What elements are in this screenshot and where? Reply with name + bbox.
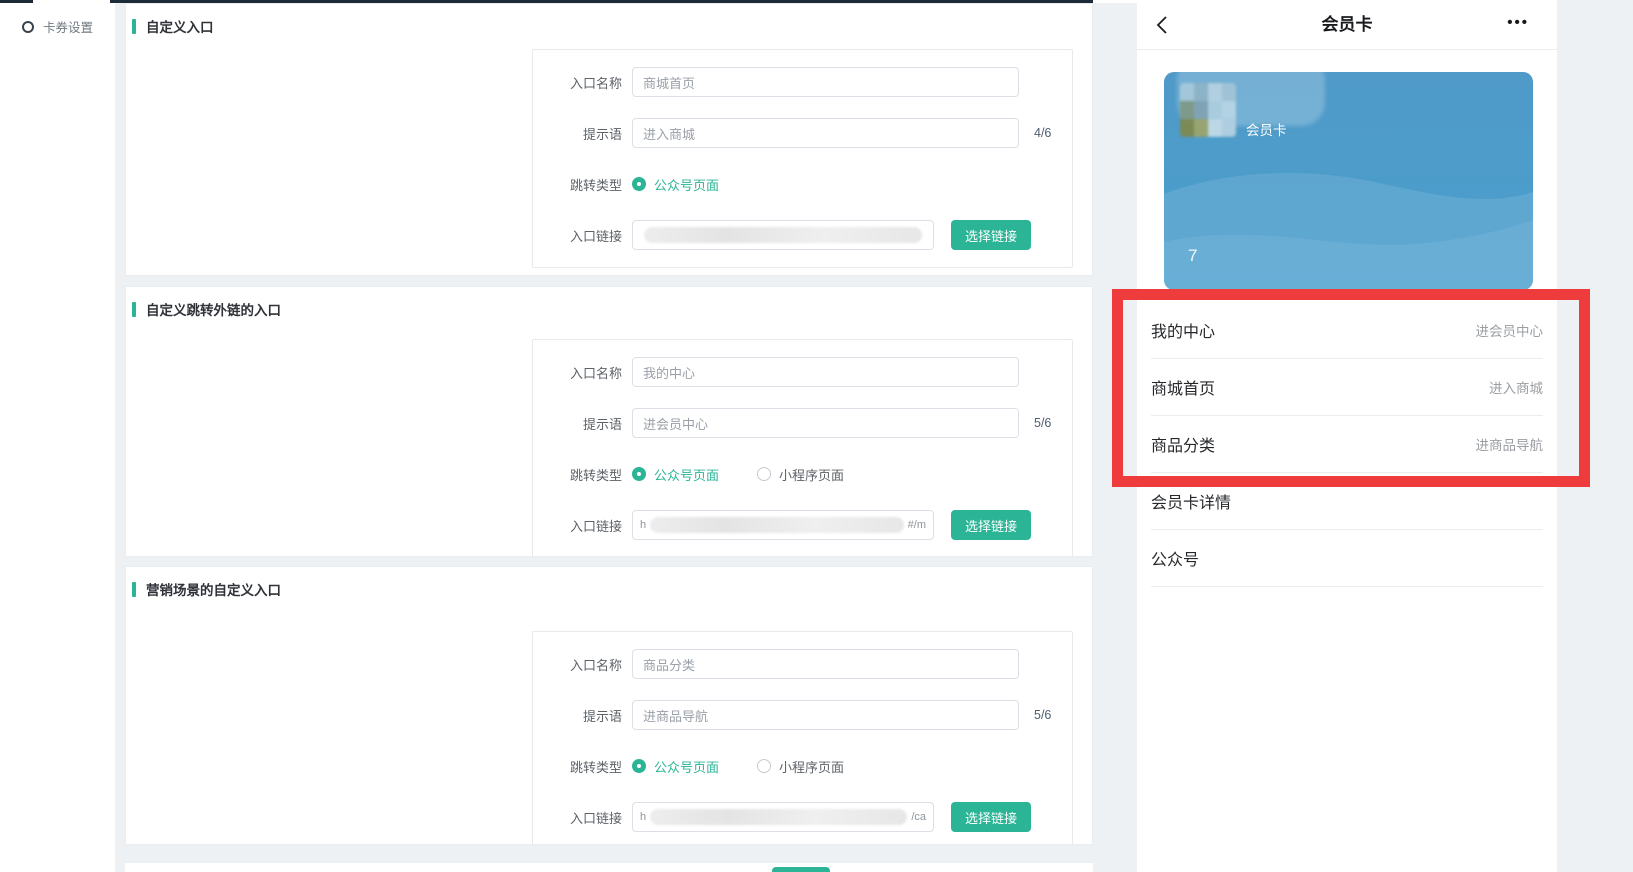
section-title: 自定义跳转外链的入口 — [146, 299, 281, 319]
form-row-entry-link: 入口链接 选择链接 — [533, 220, 1072, 250]
hint-label: 提示语 — [533, 706, 632, 725]
blurred-url — [650, 809, 907, 825]
entry-name-input[interactable]: 商城首页 — [632, 67, 1019, 97]
section-accent-bar — [132, 302, 136, 317]
blurred-url — [650, 517, 904, 533]
entry-name-label: 入口名称 — [533, 73, 632, 92]
form-row-entry-link: 入口链接 h /ca 选择链接 — [533, 802, 1072, 832]
section-header: 自定义跳转外链的入口 — [132, 299, 281, 319]
radio-selected-icon — [632, 759, 646, 773]
entry-name-input[interactable]: 商品分类 — [632, 649, 1019, 679]
list-item-card-detail[interactable]: 会员卡详情 — [1151, 473, 1543, 530]
radio-official-account-page[interactable]: 公众号页面 — [632, 757, 719, 776]
list-item-mall-home[interactable]: 商城首页 进入商城 — [1151, 359, 1543, 416]
phone-preview: 会员卡 ••• 会员卡 7 我的中心 进会员中心 商城首页 — [1137, 0, 1557, 872]
choose-link-button[interactable]: 选择链接 — [951, 802, 1031, 832]
radio-official-account-page[interactable]: 公众号页面 — [632, 175, 719, 194]
list-item-my-center[interactable]: 我的中心 进会员中心 — [1151, 302, 1543, 359]
radio-circle-icon — [22, 21, 34, 33]
section-custom-entry: 自定义入口 入口名称 商城首页 提示语 进入商城 4/6 跳转类型 — [125, 3, 1093, 276]
jump-type-label: 跳转类型 — [533, 465, 632, 484]
jump-type-radio-group: 公众号页面 — [632, 169, 719, 199]
jump-type-label: 跳转类型 — [533, 175, 632, 194]
member-card[interactable]: 会员卡 7 — [1164, 72, 1533, 290]
entry-link-input[interactable]: h #/m — [632, 510, 934, 540]
radio-selected-icon — [632, 177, 646, 191]
sidebar-item-label: 卡券设置 — [43, 17, 93, 36]
list-item-product-category[interactable]: 商品分类 进商品导航 — [1151, 416, 1543, 473]
form-row-entry-name: 入口名称 我的中心 — [533, 357, 1072, 387]
form-box: 入口名称 我的中心 提示语 进会员中心 5/6 跳转类型 公众号页面 — [532, 339, 1073, 557]
jump-type-label: 跳转类型 — [533, 757, 632, 776]
char-counter: 5/6 — [1034, 708, 1051, 722]
radio-miniprogram-page[interactable]: 小程序页面 — [757, 465, 844, 484]
choose-link-button[interactable]: 选择链接 — [951, 510, 1031, 540]
card-wave-decoration — [1164, 72, 1533, 290]
entry-link-label: 入口链接 — [533, 226, 632, 245]
form-row-hint: 提示语 进会员中心 5/6 — [533, 408, 1072, 438]
hint-input[interactable]: 进商品导航 — [632, 700, 1019, 730]
radio-official-account-page[interactable]: 公众号页面 — [632, 465, 719, 484]
form-row-entry-name: 入口名称 商城首页 — [533, 67, 1072, 97]
form-box: 入口名称 商城首页 提示语 进入商城 4/6 跳转类型 公众号页面 — [532, 49, 1073, 268]
card-name-label: 会员卡 — [1246, 119, 1287, 139]
preview-title: 会员卡 — [1137, 0, 1557, 50]
more-options-icon[interactable]: ••• — [1507, 0, 1529, 50]
radio-selected-icon — [632, 467, 646, 481]
form-row-entry-name: 入口名称 商品分类 — [533, 649, 1072, 679]
hint-label: 提示语 — [533, 124, 632, 143]
hint-input[interactable]: 进入商城 — [632, 118, 1019, 148]
list-item-official-account[interactable]: 公众号 — [1151, 530, 1543, 587]
entry-name-label: 入口名称 — [533, 655, 632, 674]
char-counter: 4/6 — [1034, 126, 1051, 140]
main-content: 自定义入口 入口名称 商城首页 提示语 进入商城 4/6 跳转类型 — [115, 3, 1137, 872]
entry-link-input[interactable]: h /ca — [632, 802, 934, 832]
section-title: 营销场景的自定义入口 — [146, 579, 281, 599]
section-header: 营销场景的自定义入口 — [132, 579, 281, 599]
hint-input[interactable]: 进会员中心 — [632, 408, 1019, 438]
preview-area: 会员卡 ••• 会员卡 7 我的中心 进会员中心 商城首页 — [1137, 0, 1633, 872]
entry-name-label: 入口名称 — [533, 363, 632, 382]
section-marketing-custom-entry: 营销场景的自定义入口 入口名称 商品分类 提示语 进商品导航 5/6 跳转类型 — [125, 566, 1093, 845]
section-accent-bar — [132, 582, 136, 597]
radio-unselected-icon — [757, 759, 771, 773]
hint-label: 提示语 — [533, 414, 632, 433]
form-row-entry-link: 入口链接 h #/m 选择链接 — [533, 510, 1072, 540]
footer-bar — [125, 863, 1093, 872]
section-header: 自定义入口 — [132, 16, 214, 36]
radio-unselected-icon — [757, 467, 771, 481]
radio-miniprogram-page[interactable]: 小程序页面 — [757, 757, 844, 776]
entry-name-input[interactable]: 我的中心 — [632, 357, 1019, 387]
section-custom-external-link-entry: 自定义跳转外链的入口 入口名称 我的中心 提示语 进会员中心 5/6 跳转类型 — [125, 286, 1093, 557]
blurred-url — [644, 227, 922, 243]
form-box: 入口名称 商品分类 提示语 进商品导航 5/6 跳转类型 公众号页面 — [532, 631, 1073, 845]
form-row-hint: 提示语 进商品导航 5/6 — [533, 700, 1072, 730]
section-accent-bar — [132, 19, 136, 34]
sidebar-item-card-settings[interactable]: 卡券设置 — [0, 3, 115, 36]
char-counter: 5/6 — [1034, 416, 1051, 430]
card-number: 7 — [1188, 246, 1197, 266]
form-row-jump-type: 跳转类型 公众号页面 小程序页面 — [533, 751, 1072, 781]
sidebar: 卡券设置 — [0, 3, 115, 872]
form-row-jump-type: 跳转类型 公众号页面 — [533, 169, 1072, 199]
entry-link-label: 入口链接 — [533, 516, 632, 535]
form-row-jump-type: 跳转类型 公众号页面 小程序页面 — [533, 459, 1072, 489]
choose-link-button[interactable]: 选择链接 — [951, 220, 1031, 250]
section-title: 自定义入口 — [146, 16, 214, 36]
preview-header: 会员卡 ••• — [1137, 0, 1557, 50]
form-row-hint: 提示语 进入商城 4/6 — [533, 118, 1072, 148]
page: 卡券设置 自定义入口 入口名称 商城首页 提示语 进入商城 4/6 — [0, 0, 1633, 872]
jump-type-radio-group: 公众号页面 小程序页面 — [632, 459, 844, 489]
jump-type-radio-group: 公众号页面 小程序页面 — [632, 751, 844, 781]
entry-link-label: 入口链接 — [533, 808, 632, 827]
save-button[interactable] — [772, 867, 830, 872]
entry-link-input[interactable] — [632, 220, 934, 250]
entry-list: 我的中心 进会员中心 商城首页 进入商城 商品分类 进商品导航 会员卡详情 公众… — [1137, 302, 1557, 587]
